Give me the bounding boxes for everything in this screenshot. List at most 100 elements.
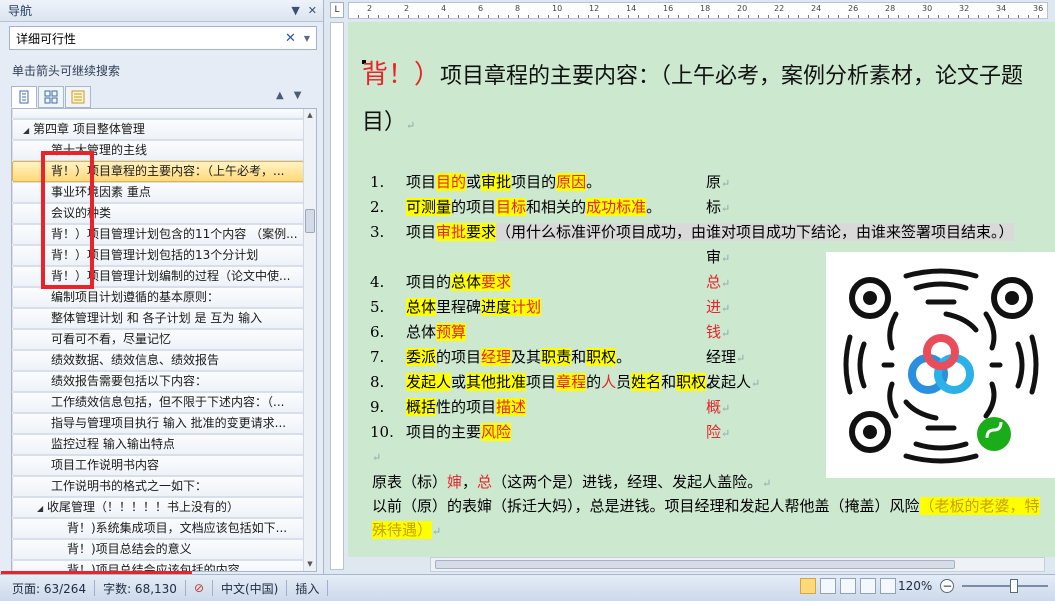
list-number: 9. [370, 398, 385, 416]
list-number: 7. [370, 348, 385, 366]
list-side-note: 审↵ [706, 248, 731, 266]
clear-search-icon[interactable]: ✕ [285, 31, 296, 46]
tab-results[interactable] [65, 86, 91, 108]
zoom-slider-thumb[interactable] [1009, 579, 1018, 593]
heading-text: 项目章程的主要内容：（上午必考，案例分析素材，论文子题目） [362, 64, 1024, 135]
qr-code-image [826, 252, 1055, 478]
outline-view-icon[interactable] [860, 578, 876, 594]
tree-item[interactable]: 可看可不看，尽量记忆 [12, 329, 304, 350]
ruler-number: 34 [996, 4, 1007, 13]
list-number: 1. [370, 173, 385, 191]
list-text: 项目的主要风险 [406, 423, 512, 441]
tree-item[interactable]: 会议的种类 [12, 203, 304, 224]
hscroll-thumb[interactable] [435, 560, 955, 569]
results-icon [71, 90, 85, 104]
tree-scrollbar[interactable]: ▲ ▼ [303, 109, 316, 571]
tree-item[interactable]: 背！）项目管理计划编制的过程（论文中使... [12, 266, 304, 287]
tree-item-label: 项目工作说明书内容 [51, 458, 160, 472]
list-text: 发起人或其他批准项目章程的人员姓名和职权。 [406, 373, 722, 391]
collapse-arrow-icon[interactable]: ◢ [23, 121, 33, 139]
ruler-number: 14 [626, 4, 637, 13]
list-item: 1. 项目目的或审批项目的原因。 原↵ [370, 170, 1040, 195]
scroll-thumb[interactable] [305, 209, 315, 233]
tree-item[interactable]: 项目工作说明书内容 [12, 455, 304, 476]
tree-item[interactable]: 背！）项目章程的主要内容：（上午必考，... [12, 161, 304, 182]
tree-item[interactable]: 第十大管理的主线 [12, 140, 304, 161]
list-number: 5. [370, 298, 385, 316]
search-input[interactable]: 详细可行性 ✕ ▼ [9, 26, 317, 50]
ruler-number: 18 [700, 4, 711, 13]
ruler-number: 2 [367, 4, 373, 13]
list-number: 4. [370, 273, 385, 291]
tree-item-label: 背！）项目管理计划编制的过程（论文中使... [51, 269, 291, 283]
ruler-number: 2 [404, 4, 410, 13]
tree-item[interactable]: 指导与管理项目执行 输入 批准的变更请求... [12, 413, 304, 434]
list-text: 总体里程碑进度计划 [406, 298, 542, 316]
tree-item[interactable]: 事业环境因素 重点 [12, 182, 304, 203]
tree-item[interactable]: 背！)项目总结会的意义 [12, 539, 304, 560]
zoom-level[interactable]: 120% [898, 579, 932, 593]
tree-item-label: 背！)系统集成项目，文档应该包括如下... [67, 521, 288, 535]
tree-item-label: 第十大管理的主线 [51, 143, 148, 157]
draft-view-icon[interactable] [880, 578, 896, 594]
list-side-note: 发起人↵ [706, 373, 761, 391]
page-count[interactable]: 页面: 63/264 [12, 580, 86, 597]
tree-item[interactable]: 背！）项目管理计划包括的13个分计划 [12, 245, 304, 266]
close-icon[interactable]: ✕ [308, 4, 317, 17]
web-layout-icon[interactable] [840, 578, 856, 594]
document-page[interactable]: 背！）项目章程的主要内容：（上午必考，案例分析素材，论文子题目）↵ 1. 项目目的… [348, 22, 1055, 557]
zoom-out-icon[interactable]: − [940, 579, 955, 593]
tree-item[interactable]: 背！)系统集成项目，文档应该包括如下... [12, 518, 304, 539]
zoom-slider[interactable] [962, 579, 1049, 593]
list-text: 项目的总体要求 [406, 273, 512, 291]
word-count[interactable]: 字数: 68,130 [103, 580, 177, 597]
list-side-note: 总↵ [706, 273, 731, 291]
dropdown-icon[interactable]: ▼ [291, 4, 299, 17]
search-value[interactable]: 详细可行性 [16, 30, 285, 47]
search-hint: 单击箭头可继续搜索 [12, 64, 121, 78]
tree-item[interactable]: ◢ 第四章 项目整体管理 [12, 119, 304, 140]
ruler-number: 10 [552, 4, 563, 13]
previous-result-icon[interactable]: ▲ [276, 90, 284, 101]
tree-item-label: 可看可不看，尽量记忆 [51, 332, 172, 346]
pages-grid-icon [44, 90, 58, 104]
search-dropdown-icon[interactable]: ▼ [304, 34, 310, 43]
ruler-number: 4 [441, 4, 447, 13]
insert-mode[interactable]: 插入 [295, 580, 319, 597]
ruler-number: 32 [959, 4, 970, 13]
tree-item[interactable]: 背！)项目总结会应该包括的内容 [12, 560, 304, 571]
tree-item-label: 工作绩效信息包括，但不限于下述内容：（... [51, 395, 285, 409]
ruler-toggle[interactable]: L [330, 2, 344, 18]
ruler-number: 6 [478, 4, 484, 13]
tab-pages[interactable] [38, 86, 64, 108]
tree-item[interactable]: ◢ 收尾管理（！！！！！书上没有的） [12, 497, 304, 518]
list-text: 概括性的项目描述 [406, 398, 527, 416]
tree-item[interactable]: 背！）项目管理计划包含的11个内容 （案例... [12, 224, 304, 245]
tree-item[interactable]: 工作绩效信息包括，但不限于下述内容：（... [12, 392, 304, 413]
next-result-icon[interactable]: ▼ [294, 90, 302, 101]
tree-item[interactable]: 绩效数据、绩效信息、绩效报告 [12, 350, 304, 371]
list-side-note: 标↵ [706, 198, 731, 216]
tree-item[interactable]: 绩效报告需要包括以下内容： [12, 371, 304, 392]
tree-item[interactable]: 整体管理计划 和 各子计划 是 互为 输入 [12, 308, 304, 329]
tree-item-label: 收尾管理（！！！！！书上没有的） [47, 500, 240, 514]
tree-item[interactable]: 工作说明书的格式之一如下： [12, 476, 304, 497]
tree-item[interactable]: 监控过程 输入输出特点 [12, 434, 304, 455]
scroll-down-icon[interactable]: ▼ [304, 558, 316, 571]
print-layout-view-icon[interactable] [800, 578, 816, 594]
full-screen-reading-icon[interactable] [820, 578, 836, 594]
nav-header: 导航 ▼ ✕ [0, 0, 323, 22]
tab-headings[interactable] [11, 86, 37, 108]
tree-item[interactable] [12, 109, 304, 119]
list-item: 2. 可测量的项目目标和相关的成功标准。 标↵ [370, 195, 1040, 220]
list-text: 委派的项目经理及其职责和职权。 [406, 348, 632, 366]
list-side-note: 经理↵ [706, 348, 746, 366]
ruler-number: 12 [589, 4, 600, 13]
nav-title: 导航 [8, 4, 33, 18]
language-indicator[interactable]: 中文(中国) [221, 580, 278, 597]
document-hscrollbar[interactable] [430, 557, 1045, 572]
scroll-up-icon[interactable]: ▲ [304, 109, 316, 122]
tree-item[interactable]: 编制项目计划遵循的基本原则： [12, 287, 304, 308]
proofing-icon[interactable]: ⊘ [194, 581, 204, 595]
collapse-arrow-icon[interactable]: ◢ [37, 499, 47, 517]
